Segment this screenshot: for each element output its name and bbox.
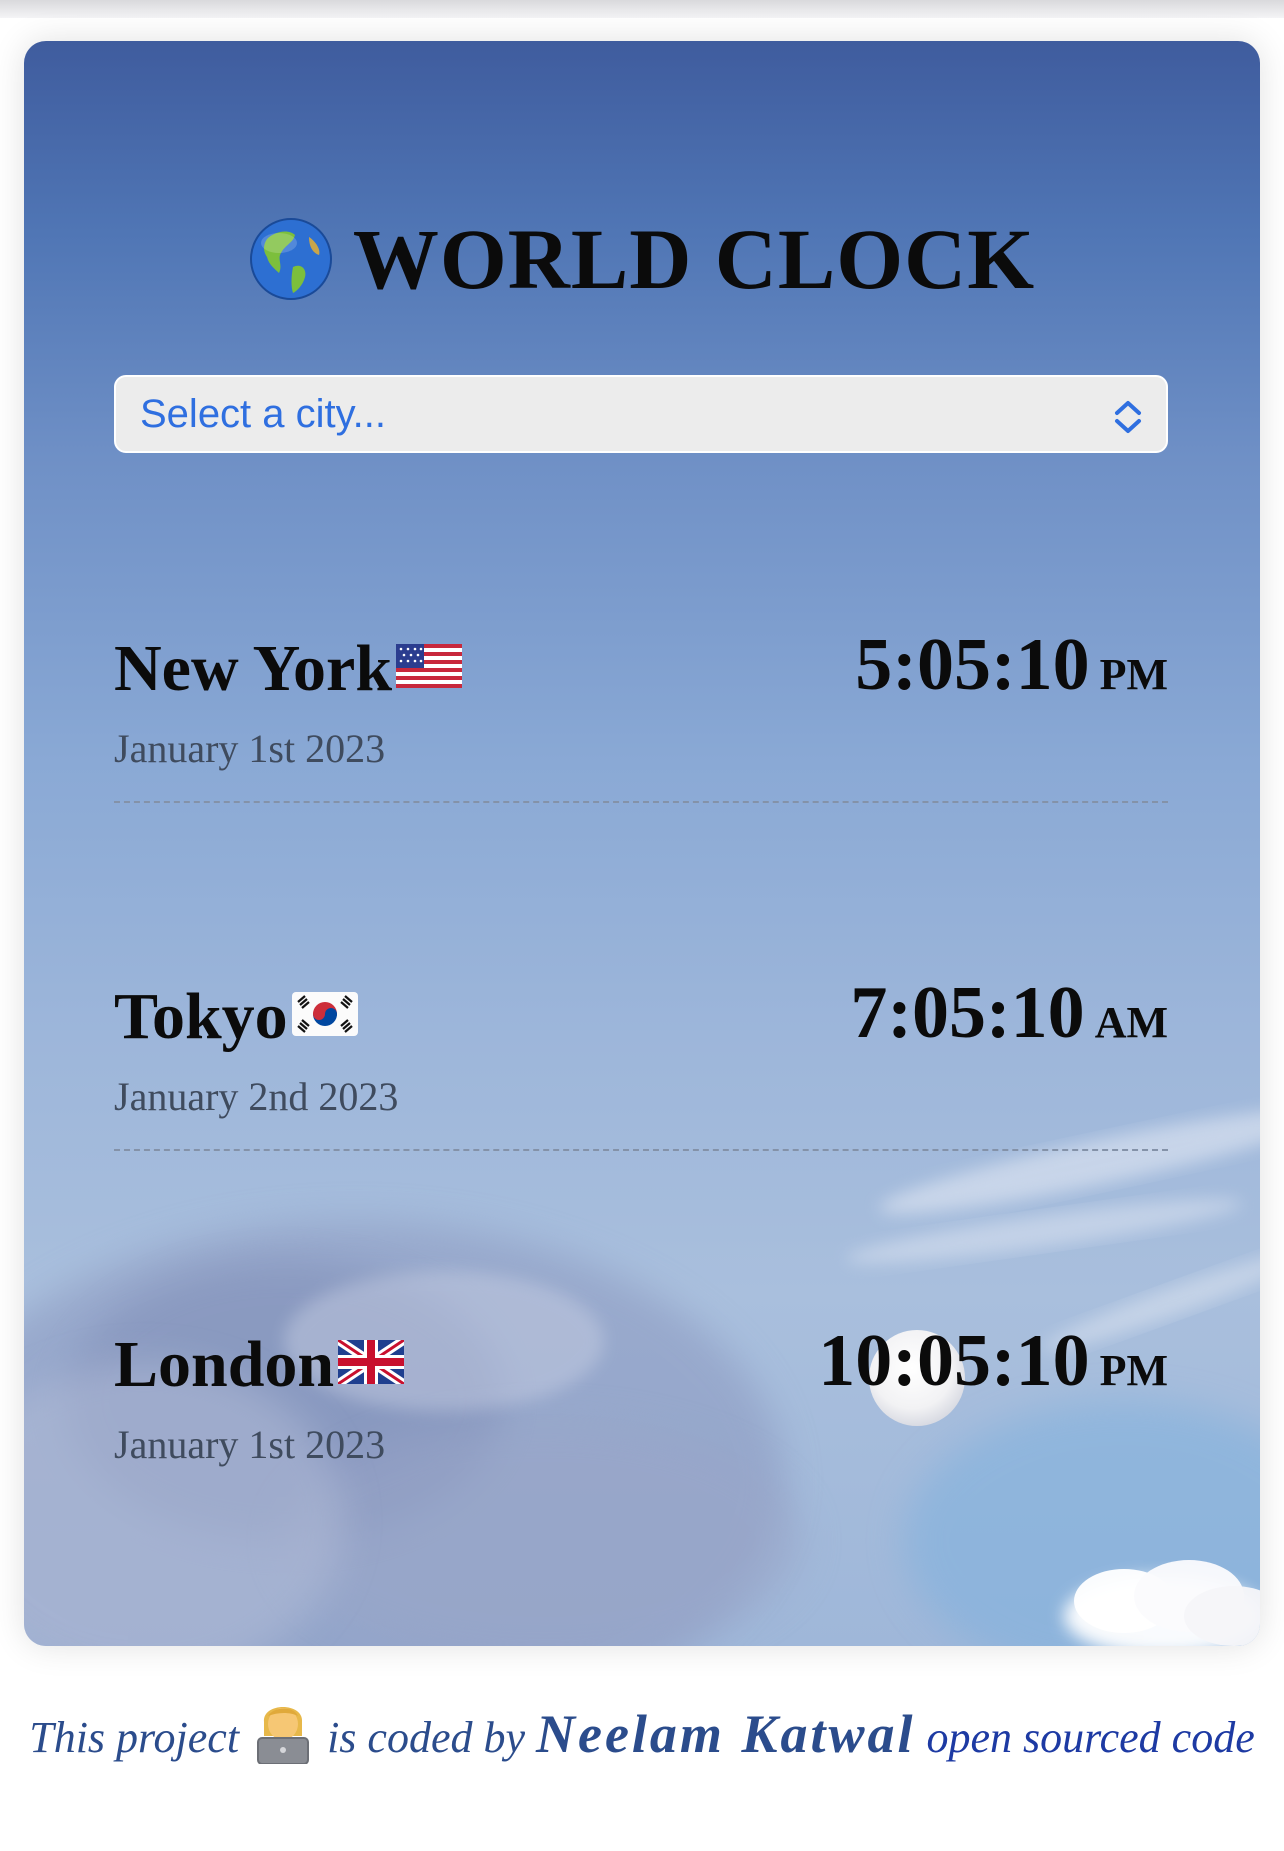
city-name: London: [114, 1327, 405, 1403]
footer-middle: is coded by: [327, 1713, 536, 1762]
city-name-text: New York: [114, 632, 393, 705]
city-divider: [114, 1149, 1168, 1151]
page-title: WORLD CLOCK: [24, 209, 1260, 309]
title-text: WORLD CLOCK: [352, 211, 1036, 307]
city-name-text: Tokyo: [114, 980, 288, 1053]
city-row-new-york: New York January 1st 2023 5:05:10 PM: [114, 624, 1168, 871]
city-time: 7:05:10 AM: [850, 971, 1168, 1056]
footer-credit: This project is coded by Neelam Katwal o…: [0, 1692, 1284, 1765]
city-time: 10:05:10 PM: [818, 1319, 1168, 1404]
world-clock-card: WORLD CLOCK Select a city... New York Ja…: [24, 41, 1260, 1646]
time-period: AM: [1094, 998, 1168, 1047]
us-flag-icon: [396, 644, 463, 688]
city-row-tokyo: Tokyo January 2nd 2023 7:05:10 AM: [114, 972, 1168, 1219]
time-value: 5:05:10: [855, 624, 1090, 706]
time-value: 10:05:10: [818, 1320, 1090, 1402]
time-period: PM: [1099, 650, 1168, 699]
city-divider: [114, 801, 1168, 803]
open-source-link[interactable]: open sourced code: [926, 1713, 1254, 1762]
up-down-chevron-icon: [1115, 401, 1141, 433]
city-name-text: London: [114, 1328, 335, 1401]
city-name: New York: [114, 631, 463, 707]
woman-technologist-icon: [257, 1707, 310, 1764]
city-time: 5:05:10 PM: [855, 623, 1168, 708]
city-select-placeholder: Select a city...: [140, 391, 387, 436]
city-row-london: London January 1st 2023 10:05:10 PM: [114, 1320, 1168, 1567]
footer-prefix: This project: [29, 1713, 240, 1762]
kr-flag-icon: [291, 992, 358, 1036]
city-select[interactable]: Select a city...: [114, 375, 1168, 453]
city-date: January 1st 2023: [114, 1422, 386, 1467]
city-date: January 2nd 2023: [114, 1074, 399, 1119]
city-date: January 1st 2023: [114, 726, 386, 771]
time-period: PM: [1099, 1346, 1168, 1395]
city-name: Tokyo: [114, 979, 358, 1055]
globe-americas-icon: [249, 218, 332, 300]
author-name: Neelam Katwal: [536, 1704, 916, 1764]
uk-flag-icon: [338, 1340, 405, 1384]
top-shade: [0, 0, 1284, 18]
time-value: 7:05:10: [850, 972, 1085, 1054]
